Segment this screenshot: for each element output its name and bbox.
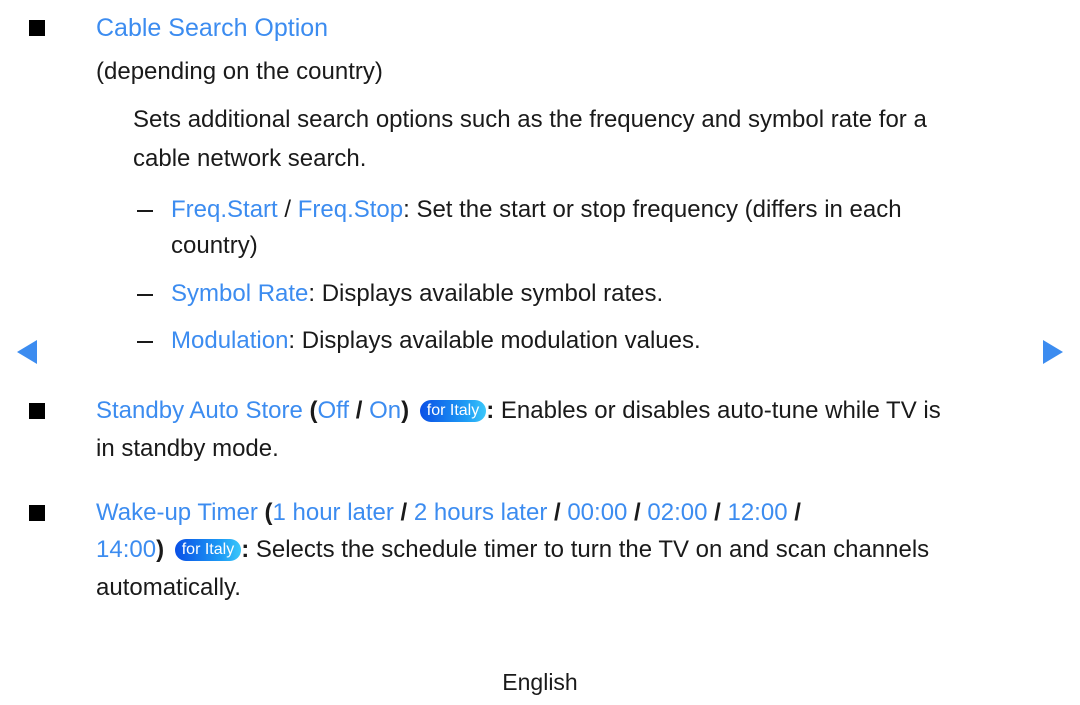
option-separator: / [627,499,648,526]
option-item-freq-line1: Freq.Start / Freq.Stop: Set the start or… [171,195,902,225]
standby-line-1: Standby Auto Store (Off / On) for Italy:… [96,396,941,426]
term-modulation: Modulation [171,327,289,354]
option-separator: / [707,499,728,526]
bullet-square-icon [29,20,45,36]
option-1200: 12:00 [727,499,788,526]
section-title: Wake-up Timer [96,499,258,526]
region-badge: for Italy [419,400,487,422]
option-1400: 14:00 [96,536,157,563]
option-1-hour-later: 1 hour later [272,499,394,526]
dash-bullet [137,294,153,296]
term-description: : Set the start or stop frequency (diffe… [403,196,902,223]
term-description: : Displays available symbol rates. [308,280,664,307]
description-line-2: cable network search. [133,145,367,172]
section-subtitle: (depending on the country) [96,58,383,85]
option-2-hours-later: 2 hours later [413,499,548,526]
option-0200: 02:00 [647,499,708,526]
region-badge: for Italy [174,539,242,561]
close-paren: ) [401,397,410,424]
description-line-1: Sets additional search options such as t… [133,106,927,133]
option-item-freq-line2: country) [171,232,258,259]
option-separator: / [393,499,414,526]
wakeup-line-1: Wake-up Timer (1 hour later / 2 hours la… [96,498,801,528]
open-paren: ( [257,499,273,526]
term-freq-stop: Freq.Stop [297,196,404,223]
term-symbol-rate: Symbol Rate [171,280,309,307]
footer-language-label: English [502,669,578,695]
option-off: Off [317,397,350,424]
option-item-symbol-rate-line: Symbol Rate: Displays available symbol r… [171,279,663,309]
term-description: : Displays available modulation values. [288,327,701,354]
close-paren: ) [156,536,165,563]
option-on: On [369,397,402,424]
next-page-arrow-icon[interactable] [1043,340,1063,364]
wakeup-line-3: automatically. [96,574,241,601]
wakeup-line-2: 14:00) for Italy: Selects the schedule t… [96,535,929,565]
option-item-modulation-line: Modulation: Displays available modulatio… [171,326,701,356]
colon: : [241,536,250,563]
bullet-square-icon [29,403,45,419]
bullet-square-icon [29,505,45,521]
section-title: Cable Search Option [96,14,329,42]
open-paren: ( [302,397,318,424]
section-description: Enables or disables auto-tune while TV i… [494,397,941,424]
dash-bullet [137,210,153,212]
standby-line-2: in standby mode. [96,435,279,462]
previous-page-arrow-icon[interactable] [17,340,37,364]
option-separator: / [547,499,568,526]
section-description: Selects the schedule timer to turn the T… [249,536,930,563]
option-separator: / [349,397,370,424]
option-0000: 00:00 [567,499,628,526]
option-separator: / [787,499,801,526]
dash-bullet [137,341,153,343]
term-freq-start: Freq.Start [171,196,278,223]
section-title: Standby Auto Store [96,397,303,424]
term-separator: / [277,196,298,223]
